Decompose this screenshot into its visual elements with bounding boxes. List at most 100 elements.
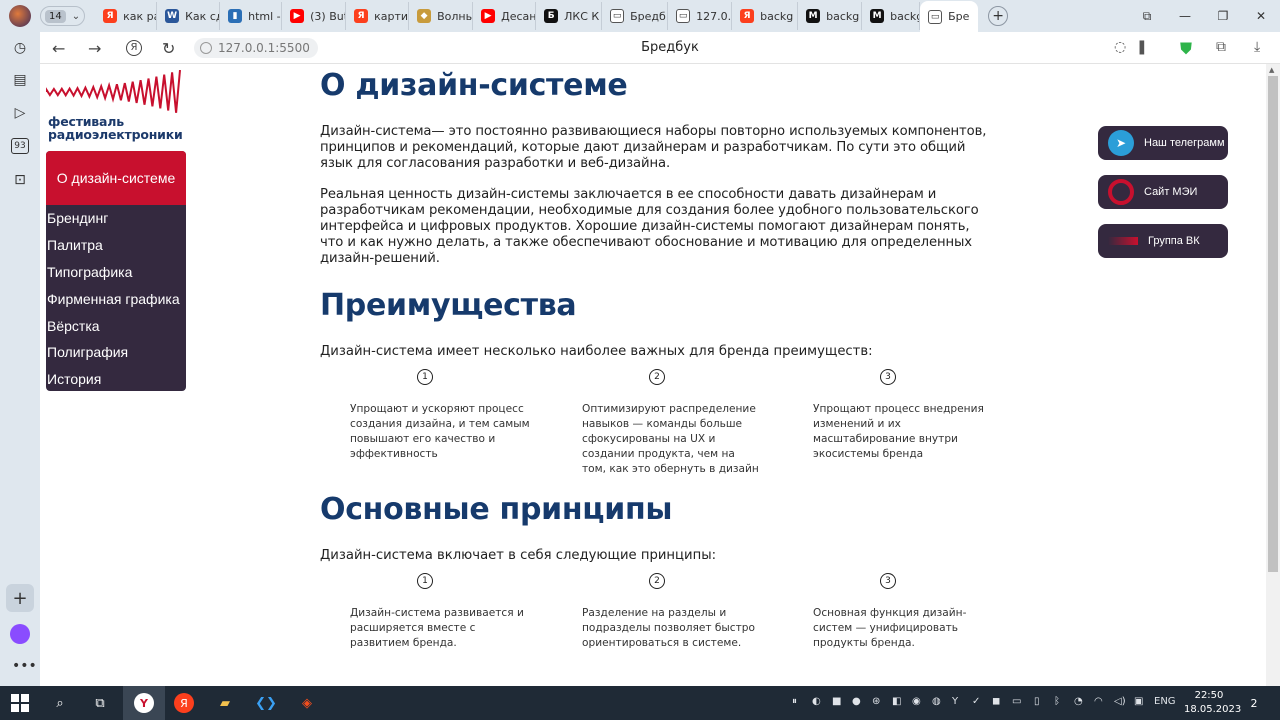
notification-center-icon[interactable]: 2 (1244, 693, 1264, 713)
tab-count-button[interactable]: 14 ⌄ (40, 6, 86, 26)
telegram-button[interactable]: ➤ Наш телеграмм (1098, 126, 1228, 160)
download-icon[interactable]: ⤓ (1254, 39, 1260, 55)
tray-app-icon[interactable]: ◔ (1074, 696, 1083, 707)
browser-tab[interactable]: Яbackg (732, 2, 799, 30)
browser-tab[interactable]: ▮ html - (220, 2, 283, 30)
tab-favicon-icon: Б (544, 9, 559, 23)
browser-tab[interactable]: ▭ 127.0. (668, 2, 733, 30)
restore-icon[interactable]: ❐ (1204, 9, 1242, 23)
screenshot-icon[interactable]: ⊡ (10, 170, 30, 190)
vk-group-button[interactable]: Группа ВК (1098, 224, 1228, 258)
yandex-icon[interactable]: Я (174, 693, 194, 713)
mei-label: Сайт МЭИ (1144, 186, 1198, 198)
browser-tab[interactable]: ▶ (3) But (282, 2, 347, 30)
tray-app-icon[interactable]: ◼ (992, 696, 1000, 707)
tab-label: Десан (501, 9, 537, 23)
figma-icon[interactable]: ◈ (297, 693, 317, 713)
tab-favicon-icon: ▭ (928, 9, 943, 24)
tray-overflow-icon[interactable]: ⏸ (792, 696, 797, 707)
nav-item-palette[interactable]: Палитра (46, 232, 186, 259)
comment-icon[interactable]: ◌ (1114, 39, 1126, 55)
url-field[interactable]: 127.0.0.1:5500 (194, 38, 318, 58)
task-view-icon[interactable]: ⧉ (90, 693, 110, 713)
page-title: Бредбук (641, 40, 699, 55)
vscode-icon[interactable]: ❮❯ (255, 693, 277, 713)
browser-tab[interactable]: ▭Бре✕ (920, 1, 979, 32)
new-tab-button[interactable]: + (988, 6, 1009, 26)
alice-assistant-icon[interactable] (10, 624, 30, 644)
tray-app-icon[interactable]: ◐ (812, 696, 821, 707)
tray-app-icon[interactable]: ■ (832, 696, 841, 707)
reload-icon[interactable]: ↻ (162, 39, 175, 58)
tray-app-icon[interactable]: ◧ (892, 696, 901, 707)
nav-item-print[interactable]: Полиграфия (46, 339, 186, 366)
tab-favicon-icon: ◆ (417, 9, 432, 23)
windows-start-icon[interactable] (10, 693, 30, 713)
tray-yandex-icon[interactable]: Y (952, 696, 958, 707)
back-arrow-icon[interactable]: ← (52, 39, 65, 58)
browser-tab[interactable]: ▶ Десан (473, 2, 537, 30)
browser-tab[interactable]: Mbackg (798, 2, 863, 30)
clock[interactable]: 22:50 18.05.2023 (1184, 689, 1241, 717)
tray-app-icon[interactable]: ▣ (1134, 696, 1143, 707)
about-paragraph-1: Дизайн-система— это постоянно развивающи… (320, 124, 987, 171)
vk-label: Группа ВК (1148, 235, 1200, 247)
minimize-icon[interactable]: — (1166, 9, 1204, 23)
browser-logo-icon[interactable] (9, 5, 31, 27)
browser-tab[interactable]: ◆ Волны (409, 2, 474, 30)
tab-label: Бре (948, 10, 970, 23)
collections-icon[interactable]: ▤ (10, 70, 30, 90)
file-explorer-icon[interactable]: ▰ (215, 693, 235, 713)
principle-text: Разделение на разделы и подразделы позво… (582, 607, 755, 649)
browser-tab[interactable]: ▭ Бредб (602, 2, 669, 30)
tab-list-icon[interactable]: ⧉ (1128, 9, 1166, 24)
close-window-icon[interactable]: ✕ (1242, 9, 1280, 23)
yandex-home-icon[interactable]: Я (126, 40, 142, 56)
tray-app-icon[interactable]: ▭ (1012, 696, 1021, 707)
nav-item-branding[interactable]: Брендинг (46, 205, 186, 232)
notification-count: 2 (1250, 696, 1258, 710)
language-indicator[interactable]: ENG (1154, 696, 1176, 707)
play-icon[interactable]: ▷ (10, 103, 30, 123)
nav-item-typography[interactable]: Типографика (46, 259, 186, 286)
festival-logo[interactable]: фестиваль радиоэлектроники (45, 69, 186, 146)
nav-item-graphics[interactable]: Фирменная графика (46, 285, 186, 312)
tab-label: Как сд (185, 9, 221, 23)
tray-app-icon[interactable]: ● (852, 696, 861, 707)
search-icon[interactable]: ⌕ (50, 693, 70, 713)
add-panel-button[interactable]: + (6, 584, 34, 612)
browser-tab[interactable]: Б ЛКС К (536, 2, 603, 30)
tray-app-icon[interactable]: ◉ (912, 696, 921, 707)
yandex-browser-icon[interactable]: Y (134, 693, 154, 713)
bookmark-icon[interactable]: ❚ (1136, 39, 1148, 55)
advantage-text: Упрощают процесс внедрения изменений и и… (813, 403, 984, 460)
nav-item-layout[interactable]: Вёрстка (46, 312, 186, 339)
volume-icon[interactable]: ◁) (1114, 696, 1126, 707)
site-info-icon[interactable] (200, 42, 212, 54)
scrollbar-thumb[interactable] (1268, 76, 1278, 572)
steam-icon[interactable]: ⊛ (872, 696, 880, 707)
scroll-up-icon[interactable]: ▲ (1269, 66, 1274, 74)
notifications-badge-icon[interactable]: 93 (10, 136, 30, 156)
tray-shield-icon[interactable]: ✓ (972, 696, 980, 707)
battery-icon[interactable]: ▯ (1034, 696, 1040, 707)
number-circle: 2 (649, 573, 665, 589)
wifi-icon[interactable]: ◠ (1094, 696, 1103, 707)
tray-app-icon[interactable]: ◍ (932, 696, 941, 707)
browser-tab[interactable]: Якак ра (95, 2, 158, 30)
tab-favicon-icon: M (806, 9, 821, 23)
nav-item-about[interactable]: О дизайн-системе (46, 151, 186, 205)
page-scrollbar[interactable]: ▲ (1266, 64, 1280, 686)
history-icon[interactable]: ◷ (10, 38, 30, 58)
nav-item-history[interactable]: История (46, 366, 186, 391)
forward-arrow-icon[interactable]: → (88, 39, 101, 58)
mei-site-button[interactable]: Сайт МЭИ (1098, 175, 1228, 209)
tab-favicon-icon: M (870, 9, 885, 23)
browser-tab[interactable]: W Как сд (157, 2, 221, 30)
bluetooth-icon[interactable]: ᛒ (1054, 696, 1060, 707)
reader-icon[interactable]: ⧉ (1216, 39, 1226, 55)
browser-tab[interactable]: Mbackg (862, 2, 921, 30)
protect-shield-icon[interactable]: ⛊ (1180, 39, 1192, 59)
browser-tab[interactable]: Якартин (346, 2, 410, 30)
more-icon[interactable]: ••• (12, 658, 37, 674)
